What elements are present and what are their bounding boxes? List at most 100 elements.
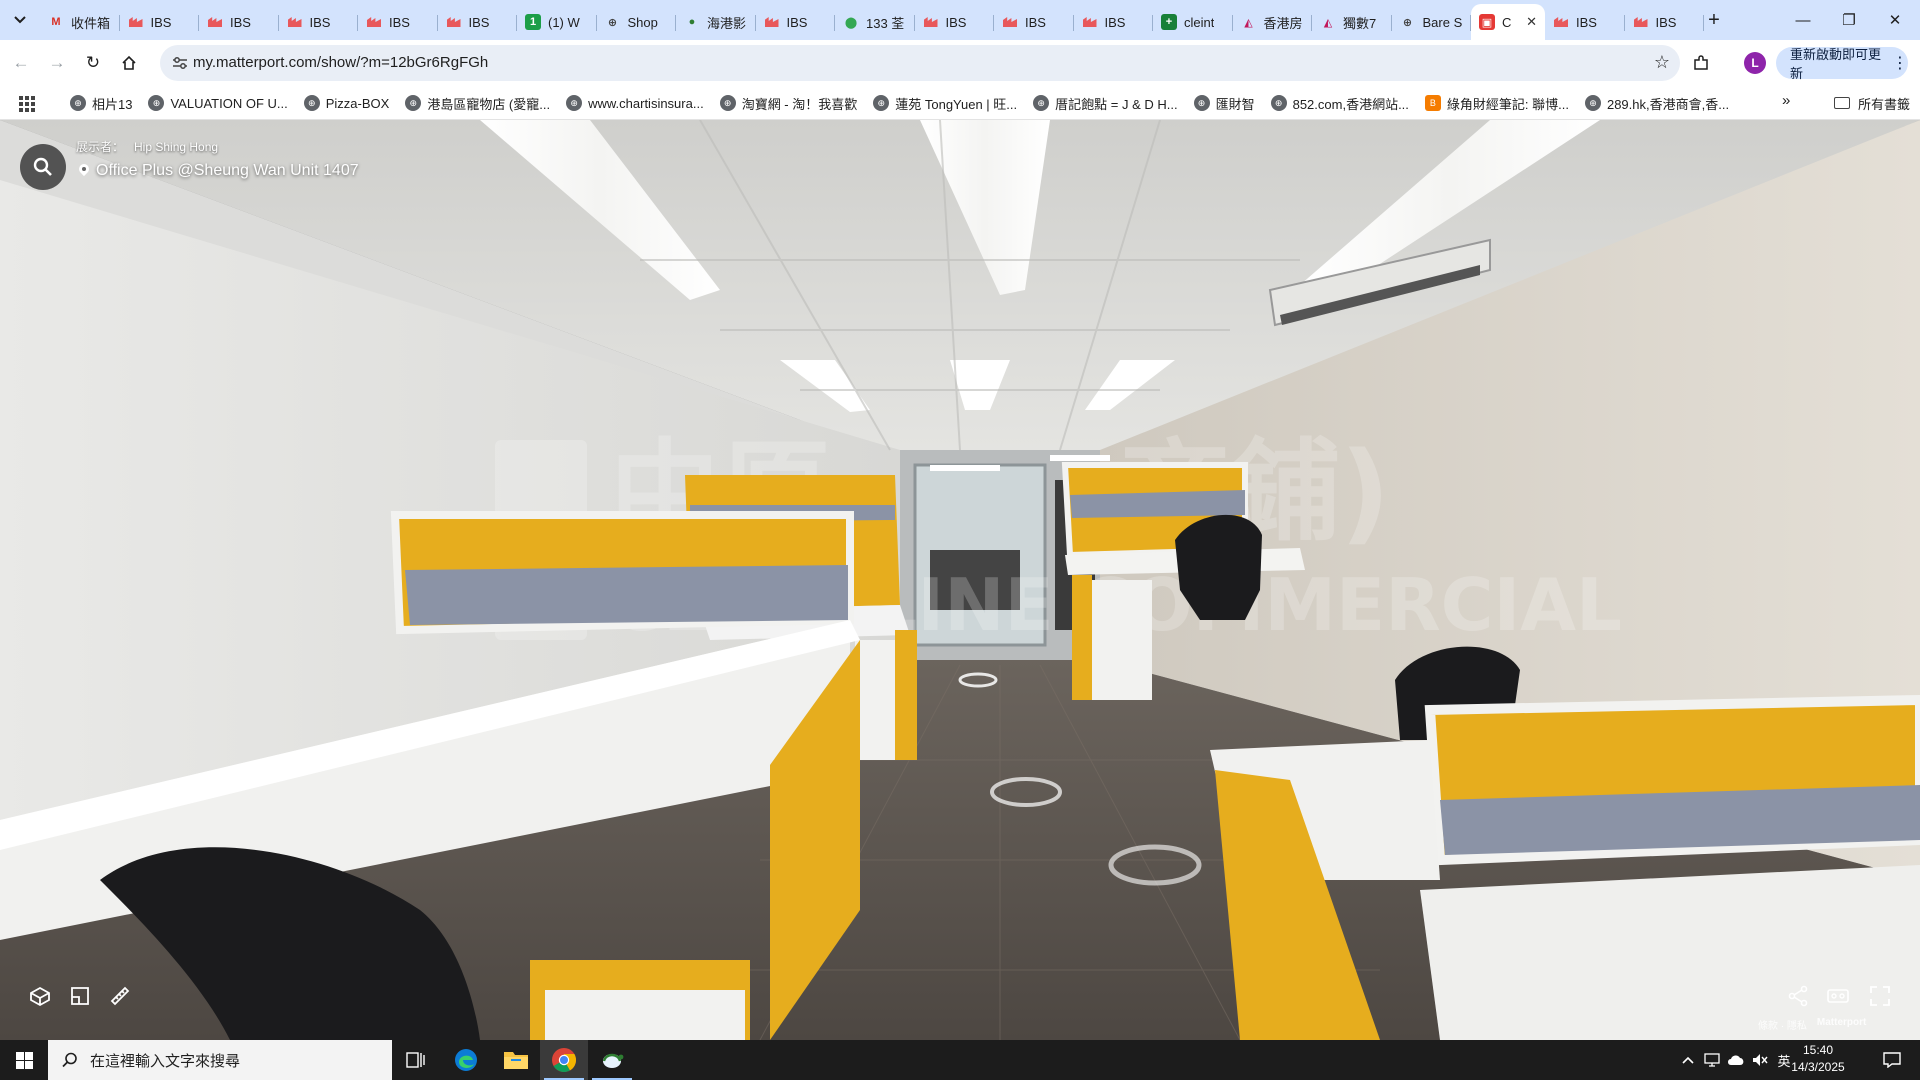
- presenter-name[interactable]: Hip Shing Hong: [134, 140, 218, 154]
- floor-plan-icon: [71, 987, 89, 1005]
- bookmark-item[interactable]: ⊕ 289.hk,香港商會,香...: [1577, 89, 1737, 117]
- ibs-icon: [923, 14, 939, 30]
- close-tab-icon[interactable]: ✕: [1526, 14, 1537, 30]
- bookmark-item[interactable]: ⊕ VALUATION OF U...: [140, 89, 295, 117]
- bookmark-item[interactable]: ⊕ 淘寶網 - 淘！我喜歡: [712, 89, 866, 117]
- tab[interactable]: ● 海港影: [676, 6, 756, 38]
- tab-label: 收件箱: [71, 15, 111, 31]
- tab[interactable]: ⊕ Bare S: [1392, 6, 1472, 38]
- tab[interactable]: IBS: [994, 6, 1074, 38]
- viewer-search-button[interactable]: [20, 144, 66, 190]
- tab[interactable]: IBS: [199, 6, 279, 38]
- start-button[interactable]: [0, 1040, 48, 1080]
- tab[interactable]: IBS: [438, 6, 518, 38]
- bookmark-star-icon[interactable]: ☆: [1654, 52, 1670, 73]
- tab[interactable]: ⊕ Shop: [597, 6, 677, 38]
- tab[interactable]: ◭ 獨數7: [1312, 6, 1392, 38]
- matterport-brand[interactable]: Matterport: [1817, 1017, 1866, 1032]
- office-panorama-image[interactable]: 中原 商鋪) CENTALINE COMMERCIAL: [0, 120, 1920, 1040]
- tab[interactable]: IBS: [915, 6, 995, 38]
- space-title[interactable]: Office Plus @Sheung Wan Unit 1407: [78, 162, 359, 180]
- tab[interactable]: IBS: [279, 6, 359, 38]
- bookmark-label: www.chartisinsura...: [588, 95, 704, 111]
- tab-label: IBS: [150, 14, 172, 30]
- new-tab-button[interactable]: +: [1700, 6, 1728, 34]
- gmail-icon: M: [51, 16, 61, 28]
- address-bar[interactable]: my.matterport.com/show/?m=12bGr6RgFGh ☆: [160, 45, 1680, 81]
- tab[interactable]: IBS: [1074, 6, 1154, 38]
- taskbar-search-box[interactable]: 在這裡輸入文字來搜尋: [48, 1040, 392, 1080]
- bookmarks-overflow-button[interactable]: »: [1782, 92, 1790, 109]
- tab[interactable]: 1 (1) W: [517, 6, 597, 38]
- taskbar-clock[interactable]: 15:40 14/3/2025: [1786, 1042, 1850, 1076]
- tab[interactable]: ◭ 香港房: [1233, 6, 1313, 38]
- taskbar-file-explorer[interactable]: [492, 1040, 540, 1080]
- bookmark-item[interactable]: ⊕ 港島區寵物店 (愛寵...: [397, 89, 558, 117]
- tab-active[interactable]: ▣ C ✕: [1471, 4, 1545, 40]
- ibs-icon: [1082, 14, 1098, 30]
- bookmark-item[interactable]: ⊕ 852.com,香港網站...: [1263, 89, 1417, 117]
- windows-taskbar: 在這裡輸入文字來搜尋 英 15:40 14/3/2025: [0, 1040, 1920, 1080]
- globe-icon: ⊕: [1402, 16, 1413, 29]
- minimize-button[interactable]: —: [1780, 0, 1826, 40]
- terms-privacy-link[interactable]: 條款 · 隱私: [1758, 1017, 1807, 1032]
- bookmark-item[interactable]: ⊕ 厝記飽點 = J & D H...: [1025, 89, 1185, 117]
- bookmark-item[interactable]: ⊕ 相片13: [62, 89, 140, 117]
- matterport-viewer[interactable]: 中原 商鋪) CENTALINE COMMERCIAL: [0, 120, 1920, 1040]
- site-info-icon[interactable]: [170, 53, 190, 73]
- all-bookmarks-button[interactable]: 所有書籤: [1834, 86, 1910, 120]
- back-button[interactable]: ←: [6, 48, 36, 78]
- taskbar-chrome[interactable]: [540, 1040, 588, 1080]
- tab[interactable]: IBS: [120, 6, 200, 38]
- tab-search-button[interactable]: [8, 8, 32, 32]
- tab[interactable]: IBS: [1625, 6, 1705, 38]
- blogger-icon: B: [1424, 95, 1441, 111]
- bookmark-label: 厝記飽點 = J & D H...: [1055, 96, 1178, 112]
- folder-icon: [1834, 97, 1850, 109]
- task-view-button[interactable]: [392, 1040, 440, 1080]
- taskbar-app-turtle[interactable]: [588, 1040, 636, 1080]
- share-button[interactable]: [1782, 980, 1814, 1012]
- taskbar-edge[interactable]: [442, 1040, 490, 1080]
- vr-button[interactable]: [1822, 980, 1854, 1012]
- floor-plan-button[interactable]: [64, 980, 96, 1012]
- notification-icon: [1883, 1052, 1901, 1068]
- bookmark-label: VALUATION OF U...: [170, 95, 288, 111]
- bookmark-label: 匯財智: [1215, 96, 1255, 112]
- update-button[interactable]: 重新啟動即可更新 ⋮: [1776, 47, 1908, 81]
- forward-button[interactable]: →: [42, 48, 72, 78]
- whatsapp-icon: 1: [525, 14, 541, 30]
- bookmark-item[interactable]: ⊕ 蓮苑 TongYuen | 旺...: [865, 89, 1025, 117]
- tab[interactable]: IBS: [756, 6, 836, 38]
- close-window-button[interactable]: ✕: [1872, 0, 1918, 40]
- profile-avatar[interactable]: L: [1744, 52, 1766, 74]
- home-icon: [122, 55, 136, 70]
- location-pin-icon: [78, 164, 90, 178]
- globe-icon: ⊕: [607, 16, 618, 29]
- bookmark-item[interactable]: ⊕ www.chartisinsura...: [558, 89, 712, 117]
- tray-onedrive-button[interactable]: [1724, 1040, 1748, 1080]
- tab[interactable]: IBS: [1545, 6, 1625, 38]
- restore-button[interactable]: ❐: [1826, 0, 1872, 40]
- tab-label: IBS: [1104, 14, 1126, 30]
- reload-button[interactable]: ↻: [78, 48, 108, 78]
- measure-button[interactable]: [104, 980, 136, 1012]
- dollhouse-view-button[interactable]: [24, 980, 56, 1012]
- tray-network-button[interactable]: [1700, 1040, 1724, 1080]
- bookmark-item[interactable]: ⊕ 匯財智: [1186, 89, 1263, 117]
- tab[interactable]: + cleint: [1153, 6, 1233, 38]
- home-button[interactable]: [114, 48, 144, 78]
- tray-overflow-button[interactable]: [1676, 1040, 1700, 1080]
- notification-center-button[interactable]: [1872, 1040, 1912, 1080]
- extensions-icon[interactable]: [1686, 48, 1716, 78]
- tab[interactable]: M 收件箱: [40, 6, 120, 38]
- tab[interactable]: ⬤ 133 荃: [835, 6, 915, 38]
- apps-grid-icon[interactable]: [16, 93, 36, 113]
- tab-label: IBS: [230, 14, 251, 30]
- globe-icon: ⊕: [70, 95, 86, 111]
- tray-volume-button[interactable]: [1748, 1040, 1772, 1080]
- bookmark-item[interactable]: B 綠角財經筆記: 聯博...: [1417, 89, 1577, 117]
- tab[interactable]: IBS: [358, 6, 438, 38]
- bookmark-item[interactable]: ⊕ Pizza-BOX: [296, 89, 398, 117]
- fullscreen-button[interactable]: [1864, 980, 1896, 1012]
